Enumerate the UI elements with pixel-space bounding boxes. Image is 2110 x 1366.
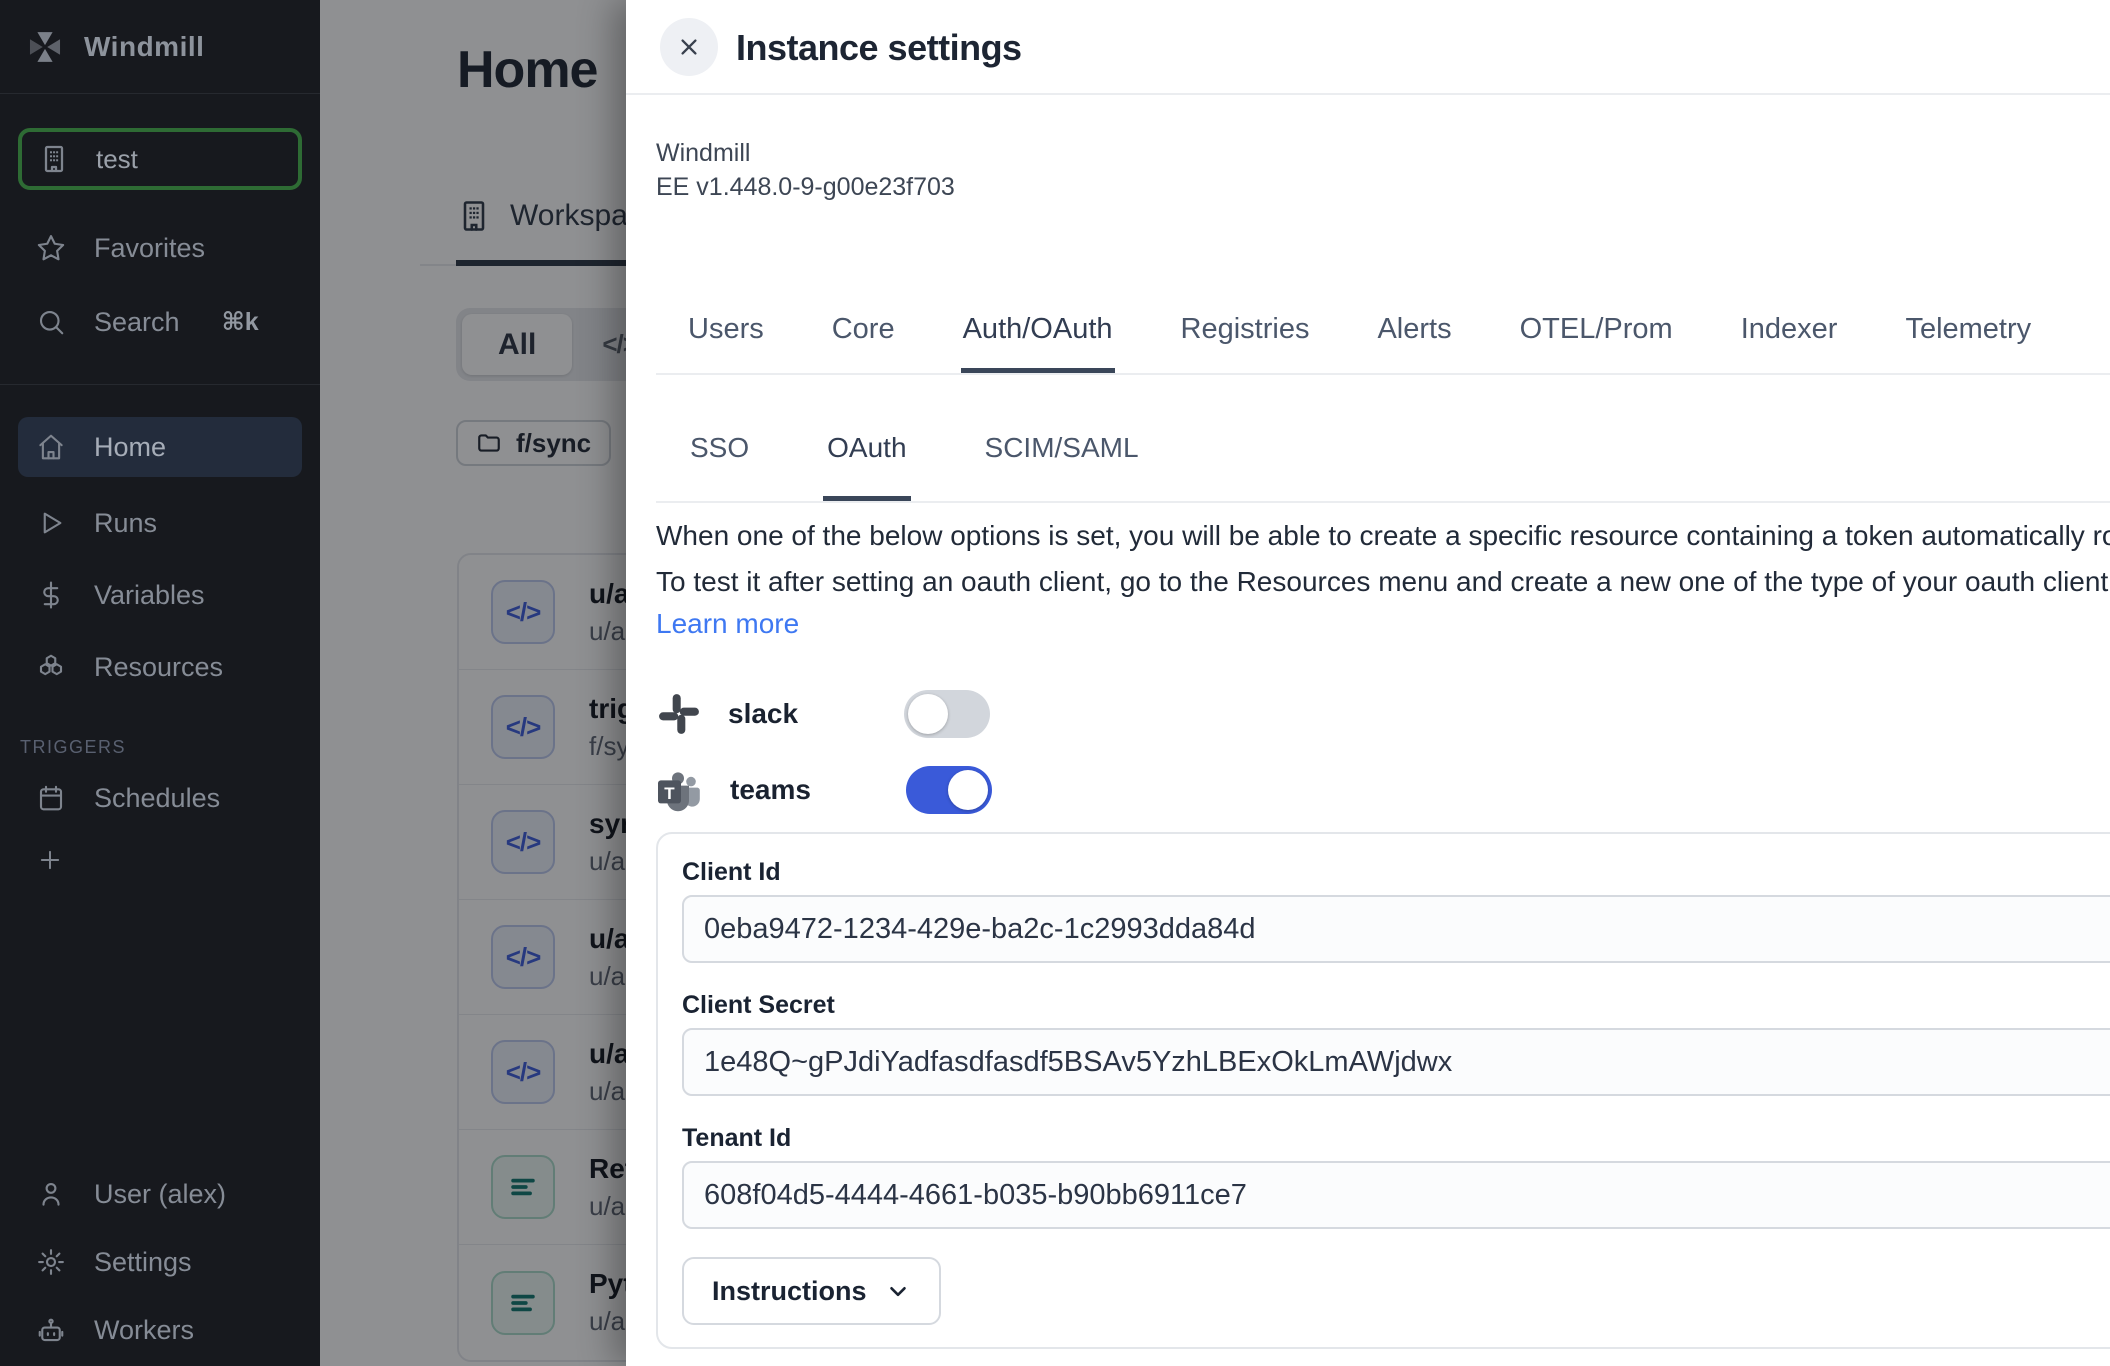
teams-label: teams: [730, 774, 880, 806]
play-icon: [36, 508, 66, 538]
sidebar-item-user[interactable]: User (alex): [18, 1168, 302, 1220]
plus-icon: [36, 846, 64, 874]
sidebar-item-label: Search: [94, 307, 180, 338]
sidebar-item-label: User (alex): [94, 1179, 226, 1210]
client-secret-input[interactable]: [682, 1028, 2110, 1096]
instructions-button[interactable]: Instructions: [682, 1257, 941, 1325]
search-shortcut: ⌘k: [222, 307, 259, 337]
tab-registries[interactable]: Registries: [1179, 311, 1312, 373]
teams-oauth-config-card: Client Id Client Secret Tenant Id Instru…: [656, 832, 2110, 1349]
robot-icon: [36, 1315, 66, 1345]
auth-subtabs: SSO OAuth SCIM/SAML: [656, 424, 2110, 503]
close-icon: [675, 33, 703, 61]
subtab-scim-saml[interactable]: SCIM/SAML: [981, 424, 1143, 501]
sidebar: Windmill test Favorites: [0, 0, 320, 1366]
tenant-id-label: Tenant Id: [682, 1124, 2110, 1153]
settings-tabs: Users Core Auth/OAuth Registries Alerts …: [656, 311, 2110, 375]
chevron-down-icon: [885, 1278, 911, 1304]
instance-settings-drawer: Instance settings Windmill EE v1.448.0-9…: [626, 0, 2110, 1366]
boxes-icon: [36, 652, 66, 682]
slack-integration-row: slack: [656, 686, 990, 742]
sidebar-item-runs[interactable]: Runs: [18, 497, 302, 549]
sidebar-item-label: Favorites: [94, 233, 205, 264]
client-id-input[interactable]: [682, 895, 2110, 963]
teams-icon: T: [656, 766, 704, 814]
home-icon: [36, 432, 66, 462]
drawer-header: Instance settings: [626, 0, 2110, 95]
sidebar-item-search[interactable]: Search ⌘k: [18, 296, 302, 348]
sidebar-bottom: User (alex) Settings Workers: [0, 1152, 320, 1366]
sidebar-item-settings[interactable]: Settings: [18, 1236, 302, 1288]
svg-text:T: T: [664, 784, 675, 803]
sidebar-spacer: [0, 884, 320, 1152]
app-name: Windmill: [656, 136, 955, 170]
subtab-oauth[interactable]: OAuth: [823, 424, 910, 501]
sidebar-item-label: Workers: [94, 1315, 194, 1346]
teams-integration-row: T teams: [656, 762, 992, 818]
drawer-title: Instance settings: [736, 27, 1022, 69]
version-string: EE v1.448.0-9-g00e23f703: [656, 170, 955, 204]
version-info: Windmill EE v1.448.0-9-g00e23f703: [656, 136, 955, 204]
tab-indexer[interactable]: Indexer: [1739, 311, 1840, 373]
slack-label: slack: [728, 698, 878, 730]
sidebar-item-label: Runs: [94, 508, 157, 539]
building-icon: [38, 143, 70, 175]
oauth-description-line1: When one of the below options is set, yo…: [656, 520, 2110, 552]
workspace-switcher[interactable]: test: [18, 128, 302, 190]
search-icon: [36, 307, 66, 337]
toggle-knob: [908, 694, 948, 734]
tenant-id-input[interactable]: [682, 1161, 2110, 1229]
brand: Windmill: [0, 0, 320, 94]
tab-auth-oauth[interactable]: Auth/OAuth: [961, 311, 1115, 373]
calendar-icon: [36, 783, 66, 813]
sidebar-item-label: Schedules: [94, 783, 220, 814]
tab-core[interactable]: Core: [830, 311, 897, 373]
tab-users[interactable]: Users: [686, 311, 766, 373]
sidebar-item-schedules[interactable]: Schedules: [18, 772, 302, 824]
sidebar-item-favorites[interactable]: Favorites: [18, 222, 302, 274]
close-button[interactable]: [660, 18, 718, 76]
sidebar-divider: [0, 384, 320, 385]
sidebar-add-button[interactable]: [18, 836, 302, 884]
tab-alerts[interactable]: Alerts: [1375, 311, 1453, 373]
client-secret-label: Client Secret: [682, 991, 2110, 1020]
tab-telemetry[interactable]: Telemetry: [1903, 311, 2033, 373]
star-icon: [36, 233, 66, 263]
user-icon: [36, 1179, 66, 1209]
sidebar-item-resources[interactable]: Resources: [18, 641, 302, 693]
sidebar-item-home[interactable]: Home: [18, 417, 302, 477]
app-root: Windmill test Favorites: [0, 0, 2110, 1366]
subtab-sso[interactable]: SSO: [686, 424, 753, 501]
slack-toggle[interactable]: [904, 690, 990, 738]
learn-more-link[interactable]: Learn more: [656, 608, 799, 640]
teams-toggle[interactable]: [906, 766, 992, 814]
client-id-label: Client Id: [682, 858, 2110, 887]
triggers-section-label: TRIGGERS: [20, 737, 302, 758]
sidebar-item-label: Variables: [94, 580, 205, 611]
slack-icon: [656, 691, 702, 737]
instructions-label: Instructions: [712, 1276, 867, 1307]
sidebar-item-workers[interactable]: Workers: [18, 1304, 302, 1356]
gear-icon: [36, 1247, 66, 1277]
sidebar-item-label: Resources: [94, 652, 223, 683]
toggle-knob: [948, 770, 988, 810]
sidebar-item-variables[interactable]: Variables: [18, 569, 302, 621]
workspace-name: test: [96, 144, 138, 175]
dollar-icon: [36, 580, 66, 610]
tab-otel-prom[interactable]: OTEL/Prom: [1518, 311, 1675, 373]
oauth-description-line2: To test it after setting an oauth client…: [656, 566, 2110, 598]
sidebar-item-label: Settings: [94, 1247, 192, 1278]
brand-name: Windmill: [84, 31, 204, 63]
sidebar-item-label: Home: [94, 432, 166, 463]
windmill-logo-icon: [26, 28, 64, 66]
